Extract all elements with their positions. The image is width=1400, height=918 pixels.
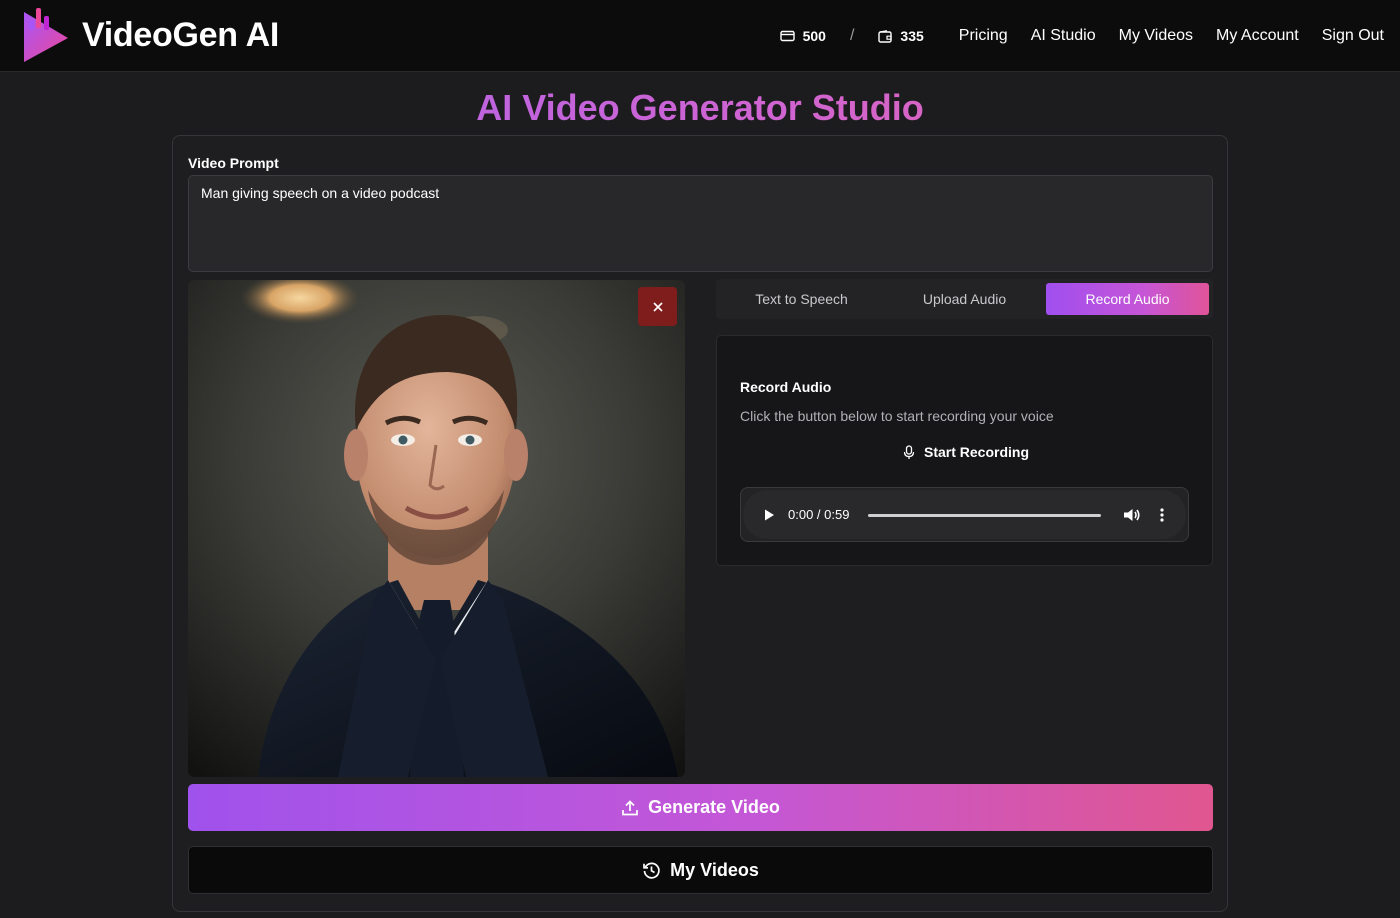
- uploaded-image: [188, 280, 685, 777]
- brand-name: VideoGen AI: [82, 15, 279, 54]
- brand[interactable]: VideoGen AI: [20, 6, 279, 64]
- credit-card-icon: [779, 30, 795, 42]
- generate-video-label: Generate Video: [648, 797, 780, 817]
- wallet-icon: [878, 29, 893, 43]
- credits-value: 500: [802, 28, 826, 44]
- portrait-image: [188, 280, 685, 777]
- audio-source-tabs: Text to Speech Upload Audio Record Audio: [716, 279, 1213, 319]
- wallet-balance: 335: [878, 28, 924, 44]
- logo-icon: [24, 8, 68, 62]
- generate-video-button[interactable]: Generate Video: [188, 784, 1213, 831]
- credits-balance: 500: [779, 28, 826, 44]
- my-videos-button[interactable]: My Videos: [188, 846, 1213, 894]
- my-videos-label: My Videos: [670, 859, 759, 880]
- start-recording-button[interactable]: Start Recording: [903, 442, 1029, 462]
- nav-sign-out[interactable]: Sign Out: [1322, 27, 1384, 45]
- record-title: Record Audio: [740, 379, 832, 395]
- tab-upload-audio[interactable]: Upload Audio: [883, 283, 1046, 315]
- audio-player: 0:00 / 0:59: [740, 487, 1189, 542]
- audio-player-controls: 0:00 / 0:59: [743, 490, 1186, 539]
- audio-progress-bar[interactable]: [868, 514, 1101, 517]
- record-audio-panel: Record Audio Click the button below to s…: [716, 335, 1213, 566]
- audio-time: 0:00 / 0:59: [788, 507, 850, 522]
- nav-ai-studio[interactable]: AI Studio: [1031, 27, 1096, 45]
- more-options-icon[interactable]: [1159, 507, 1165, 523]
- play-icon[interactable]: [763, 508, 775, 522]
- nav-pricing[interactable]: Pricing: [959, 27, 1008, 45]
- upload-icon: [622, 799, 638, 815]
- remove-image-button[interactable]: [638, 287, 677, 326]
- start-recording-label: Start Recording: [924, 444, 1030, 460]
- nav-my-videos[interactable]: My Videos: [1119, 27, 1193, 45]
- page-title: AI Video Generator Studio: [0, 86, 1400, 130]
- nav-my-account[interactable]: My Account: [1216, 27, 1299, 45]
- tab-record-audio[interactable]: Record Audio: [1046, 283, 1209, 315]
- prompt-label: Video Prompt: [188, 155, 279, 171]
- volume-icon[interactable]: [1123, 507, 1141, 523]
- credit-separator: /: [849, 27, 855, 44]
- close-icon: [652, 301, 663, 312]
- record-description: Click the button below to start recordin…: [740, 408, 1054, 424]
- tab-text-to-speech[interactable]: Text to Speech: [720, 283, 883, 315]
- nav-right: 500 / 335 Pricing AI Studio My Videos My…: [779, 0, 1384, 72]
- studio-card: Video Prompt Man giving speech on a vide…: [172, 135, 1228, 912]
- history-icon: [643, 862, 660, 879]
- top-navbar: VideoGen AI 500 / 335 Pricing AI Studio …: [0, 0, 1400, 72]
- video-prompt-textarea[interactable]: Man giving speech on a video podcast: [188, 175, 1213, 272]
- wallet-value: 335: [900, 28, 924, 44]
- microphone-icon: [903, 444, 915, 459]
